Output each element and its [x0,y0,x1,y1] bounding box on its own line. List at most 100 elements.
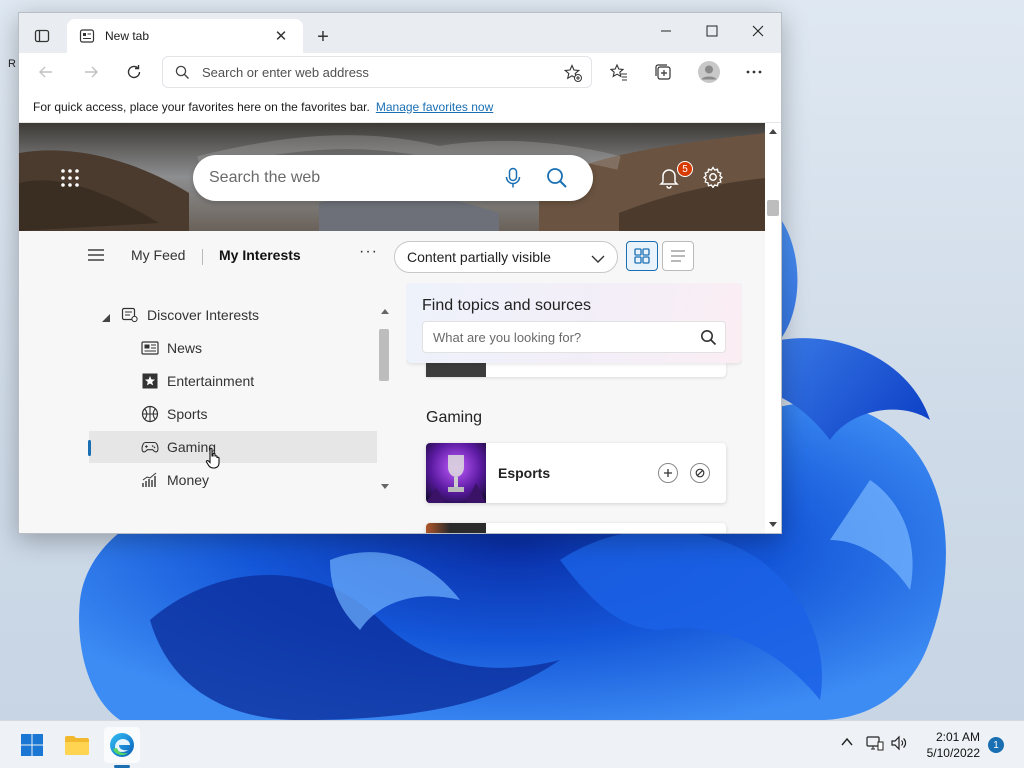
tree-scrollbar-thumb[interactable] [379,329,389,381]
profile-button[interactable] [694,58,724,86]
network-icon[interactable] [866,735,884,754]
forward-button[interactable] [76,58,106,86]
file-explorer-button[interactable] [59,727,95,763]
tree-root-label: Discover Interests [147,307,260,323]
grid-layout-button[interactable] [626,241,658,271]
follow-button[interactable] [658,463,678,483]
search-icon[interactable] [546,167,568,192]
interest-name: Esports [498,465,551,481]
edge-logo-icon [110,733,134,757]
tab-new-tab[interactable]: New tab ✕ [67,19,303,53]
maximize-button[interactable] [689,13,735,49]
volume-icon[interactable] [890,735,908,754]
scroll-up-arrow-icon [381,309,389,314]
tree-root-discover-interests[interactable]: Discover Interests [89,299,377,331]
web-search-box[interactable] [193,155,593,201]
selection-indicator [88,440,91,456]
refresh-button[interactable] [119,58,149,86]
edge-browser-button[interactable] [104,727,140,763]
search-icon[interactable] [700,329,717,349]
topic-search-input[interactable] [433,329,683,345]
manage-favorites-link[interactable]: Manage favorites now [376,100,493,114]
notifications-bell-icon[interactable] [659,167,679,192]
grid-icon [634,248,650,264]
tab-my-interests[interactable]: My Interests [219,247,301,263]
tree-scrollbar[interactable] [379,307,391,497]
tab-actions-button[interactable] [29,23,55,49]
collections-icon [655,64,671,80]
esports-thumbnail [426,443,486,503]
chevron-down-icon [591,251,605,267]
tree-item-label: Sports [167,406,208,422]
tab-my-feed[interactable]: My Feed [131,247,185,263]
add-favorite-icon[interactable] [563,63,583,86]
tree-item-gaming[interactable]: Gaming [88,431,377,469]
interest-card-esports[interactable]: Esports [426,443,726,503]
minimize-button[interactable] [643,13,689,49]
address-bar[interactable] [162,56,592,88]
notification-center-badge[interactable]: 1 [988,737,1004,753]
content-visibility-value: Content partially visible [407,249,551,265]
back-button[interactable] [31,58,61,86]
find-topics-title: Find topics and sources [422,297,591,314]
tree-item-entertainment[interactable]: Entertainment [89,365,377,397]
interest-card-next[interactable] [426,523,726,533]
tab-divider [202,249,203,265]
bar-chart-icon [141,471,159,489]
topic-search-box[interactable] [422,321,726,353]
star-icon [141,372,159,390]
find-topics-box: Find topics and sources [406,283,742,363]
taskbar: 2:01 AM 5/10/2022 1 [0,720,1024,768]
minimize-icon [661,30,671,32]
more-options-icon[interactable]: ··· [359,243,378,261]
tree-item-label: Entertainment [167,373,255,389]
collapse-triangle-icon[interactable] [101,310,111,326]
newspaper-icon [141,339,159,357]
tab-actions-icon [34,29,50,43]
settings-more-button[interactable] [739,58,769,86]
web-search-input[interactable] [209,169,489,187]
favorites-bar-message: For quick access, place your favorites h… [33,99,370,114]
page-scrollbar[interactable] [765,123,781,533]
address-input[interactable] [202,64,542,80]
tree-item-sports[interactable]: Sports [89,398,377,430]
new-tab-icon [79,28,95,44]
block-button[interactable] [690,463,710,483]
windows-logo-icon [21,734,43,756]
folder-icon [65,736,89,755]
tree-item-news[interactable]: News [89,332,377,364]
content-visibility-dropdown[interactable]: Content partially visible [394,241,618,273]
forward-arrow-icon [85,66,98,78]
clock[interactable]: 2:01 AM 5/10/2022 [918,729,980,761]
collections-button[interactable] [648,58,678,86]
gear-icon[interactable] [702,166,724,191]
favorites-icon [609,63,627,81]
close-tab-icon[interactable]: ✕ [271,26,291,46]
tree-item-money[interactable]: Money [89,464,377,496]
avatar-icon [698,61,720,83]
partially-visible-card[interactable] [426,363,726,377]
refresh-icon [127,65,141,79]
apps-launcher-icon[interactable] [59,167,81,192]
more-horizontal-icon [746,70,762,74]
list-layout-button[interactable] [662,241,694,271]
discover-icon [121,306,139,324]
show-hidden-icons-chevron-icon[interactable] [840,735,854,752]
scroll-up-arrow-icon [769,129,777,134]
search-icon [175,65,189,79]
new-tab-button[interactable]: + [311,25,335,49]
clock-time: 2:01 AM [935,730,980,744]
favorites-button[interactable] [604,58,634,86]
scroll-down-arrow-icon [769,522,777,527]
back-arrow-icon [39,66,52,78]
microphone-icon[interactable] [503,167,523,192]
list-icon [671,250,685,262]
close-window-button[interactable] [735,13,781,49]
page-scrollbar-thumb[interactable] [767,200,779,216]
hamburger-menu-icon[interactable] [87,248,105,265]
basketball-icon [141,405,159,423]
scroll-down-arrow-icon [381,484,389,489]
desktop-fragment-text: R [8,58,16,70]
section-title-gaming: Gaming [426,409,483,426]
start-button[interactable] [14,727,50,763]
